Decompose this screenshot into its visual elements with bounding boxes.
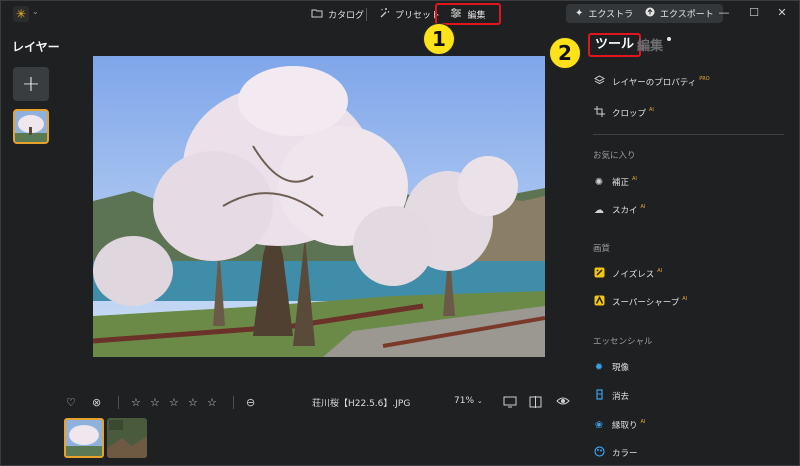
callout-marker-2: 2 (549, 37, 581, 69)
eye-icon[interactable] (556, 396, 570, 409)
main-photo-canvas[interactable] (93, 56, 545, 357)
star-icon[interactable]: ☆ (188, 396, 198, 409)
tab-edit[interactable]: 編集 (637, 35, 663, 54)
folder-icon (311, 8, 323, 21)
filmstrip-thumbnail-active[interactable] (64, 418, 104, 458)
item-label: 現像 (612, 363, 630, 373)
ai-badge: AI (649, 107, 654, 113)
file-name: 荘川桜【H22.5.6】.JPG (312, 399, 411, 409)
catalog-label: カタログ (328, 11, 365, 21)
layer-thumbnail[interactable] (13, 109, 49, 144)
export-button[interactable]: エクスポート (636, 4, 723, 23)
monitor-icon[interactable] (503, 396, 517, 411)
close-icon[interactable]: ✕ (774, 6, 790, 19)
item-label: スカイ (612, 206, 638, 216)
sliders-icon (450, 7, 462, 21)
ai-badge: AI (640, 419, 646, 425)
eraser-icon (593, 389, 605, 403)
export-icon (645, 7, 655, 20)
extra-button[interactable]: ✦ エクストラ (566, 4, 643, 23)
add-layer-button[interactable]: + (13, 67, 49, 101)
notification-dot (667, 37, 671, 41)
toolbar-divider (118, 396, 119, 409)
sky-item[interactable]: ☁ スカイ AI (593, 202, 645, 218)
panel-divider (593, 134, 784, 135)
star-icon[interactable]: ☆ (169, 396, 179, 409)
ai-badge: AI (640, 204, 646, 210)
pro-badge: PRO (699, 76, 710, 82)
app-logo-icon[interactable]: ✳ (13, 6, 29, 22)
color-palette-icon (593, 446, 605, 460)
magic-wand-icon (378, 7, 390, 22)
color-item[interactable]: カラー (593, 445, 638, 461)
export-label: エクスポート (660, 10, 714, 20)
ai-badge: AI (657, 268, 663, 274)
extra-label: エクストラ (588, 10, 634, 20)
enhance-item[interactable]: ✺ 補正 AI (593, 174, 637, 190)
tab-tools[interactable]: ツール (588, 33, 642, 58)
crop-item[interactable]: クロップ AI (593, 105, 654, 121)
title-bar: ✳ ⌄ カタログ プリセット 編集 ✦ エクストラ エクスポート — ☐ ✕ (0, 0, 800, 28)
section-title-favorites: お気に入り (593, 151, 636, 161)
supersharp-item[interactable]: スーパーシャープ AI (593, 294, 687, 310)
section-title-quality: 画質 (593, 244, 611, 254)
toolbar-divider (233, 396, 234, 409)
reject-icon[interactable]: ⊗ (92, 396, 101, 409)
sun-icon: ✹ (594, 361, 604, 373)
zoom-value: 71% (454, 396, 475, 406)
maximize-icon[interactable]: ☐ (746, 6, 762, 19)
item-label: カラー (612, 449, 638, 459)
nav-divider (366, 8, 367, 21)
minimize-icon[interactable]: — (716, 6, 732, 19)
noiseless-item[interactable]: ノイズレス AI (593, 266, 662, 282)
item-label: 補正 (612, 178, 630, 188)
cloud-icon: ☁ (594, 204, 604, 216)
edit-tab-button[interactable]: 編集 (435, 3, 501, 25)
star-icon[interactable]: ☆ (131, 396, 141, 409)
ai-badge: AI (682, 296, 688, 302)
erase-item[interactable]: 消去 (593, 388, 629, 404)
sparkle-icon: ✦ (575, 8, 584, 19)
item-label: レイヤーのプロパティ (612, 78, 697, 88)
clear-rating-icon[interactable]: ⊖ (246, 396, 255, 409)
sparkle-icon: ✺ (594, 176, 604, 188)
heart-icon[interactable]: ♡ (66, 396, 76, 409)
item-label: 消去 (612, 392, 630, 402)
chevron-down-icon[interactable]: ⌄ (32, 7, 39, 16)
presets-label: プリセット (395, 11, 441, 21)
develop-item[interactable]: ✹ 現像 (593, 359, 629, 375)
star-icon[interactable]: ☆ (150, 396, 160, 409)
chevron-down-icon: ⌄ (476, 397, 483, 405)
crop-icon (593, 106, 605, 120)
border-item[interactable]: ❀ 縁取り AI (593, 417, 646, 433)
callout-marker-1: 1 (423, 23, 455, 55)
catalog-button[interactable]: カタログ (305, 5, 370, 24)
item-label: スーパーシャープ (612, 298, 680, 308)
edit-tab-label: 編集 (467, 10, 486, 21)
zoom-level-dropdown[interactable]: 71% ⌄ (454, 396, 483, 406)
sharpen-icon (593, 295, 605, 309)
star-icon[interactable]: ☆ (207, 396, 217, 409)
ai-badge: AI (632, 176, 637, 182)
item-label: クロップ (612, 109, 647, 119)
item-label: ノイズレス (612, 270, 655, 280)
layers-icon (593, 75, 605, 89)
compare-icon[interactable] (529, 396, 542, 411)
filmstrip-thumbnail[interactable] (107, 418, 147, 458)
frame-flower-icon: ❀ (594, 419, 604, 431)
layer-properties-item[interactable]: レイヤーのプロパティ PRO (593, 74, 710, 90)
noiseless-icon (593, 267, 605, 281)
item-label: 縁取り (612, 421, 638, 431)
layers-panel-title: レイヤー (12, 40, 60, 54)
section-title-essentials: エッセンシャル (593, 337, 653, 347)
